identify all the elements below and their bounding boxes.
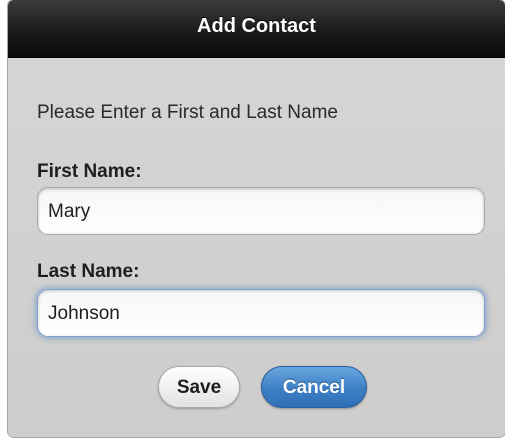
first-name-label: First Name: bbox=[37, 161, 142, 182]
save-button[interactable]: Save bbox=[158, 366, 240, 408]
add-contact-dialog: Add Contact Please Enter a First and Las… bbox=[8, 0, 505, 437]
first-name-value: Mary bbox=[48, 201, 91, 222]
dialog-titlebar: Add Contact bbox=[8, 0, 505, 58]
last-name-label: Last Name: bbox=[37, 261, 140, 282]
dialog-title: Add Contact bbox=[197, 15, 316, 37]
first-name-field[interactable]: Mary bbox=[37, 187, 485, 235]
cancel-button[interactable]: Cancel bbox=[261, 366, 367, 408]
last-name-field[interactable]: Johnson bbox=[37, 289, 485, 337]
last-name-value: Johnson bbox=[48, 303, 120, 324]
instructions-text: Please Enter a First and Last Name bbox=[37, 102, 338, 123]
